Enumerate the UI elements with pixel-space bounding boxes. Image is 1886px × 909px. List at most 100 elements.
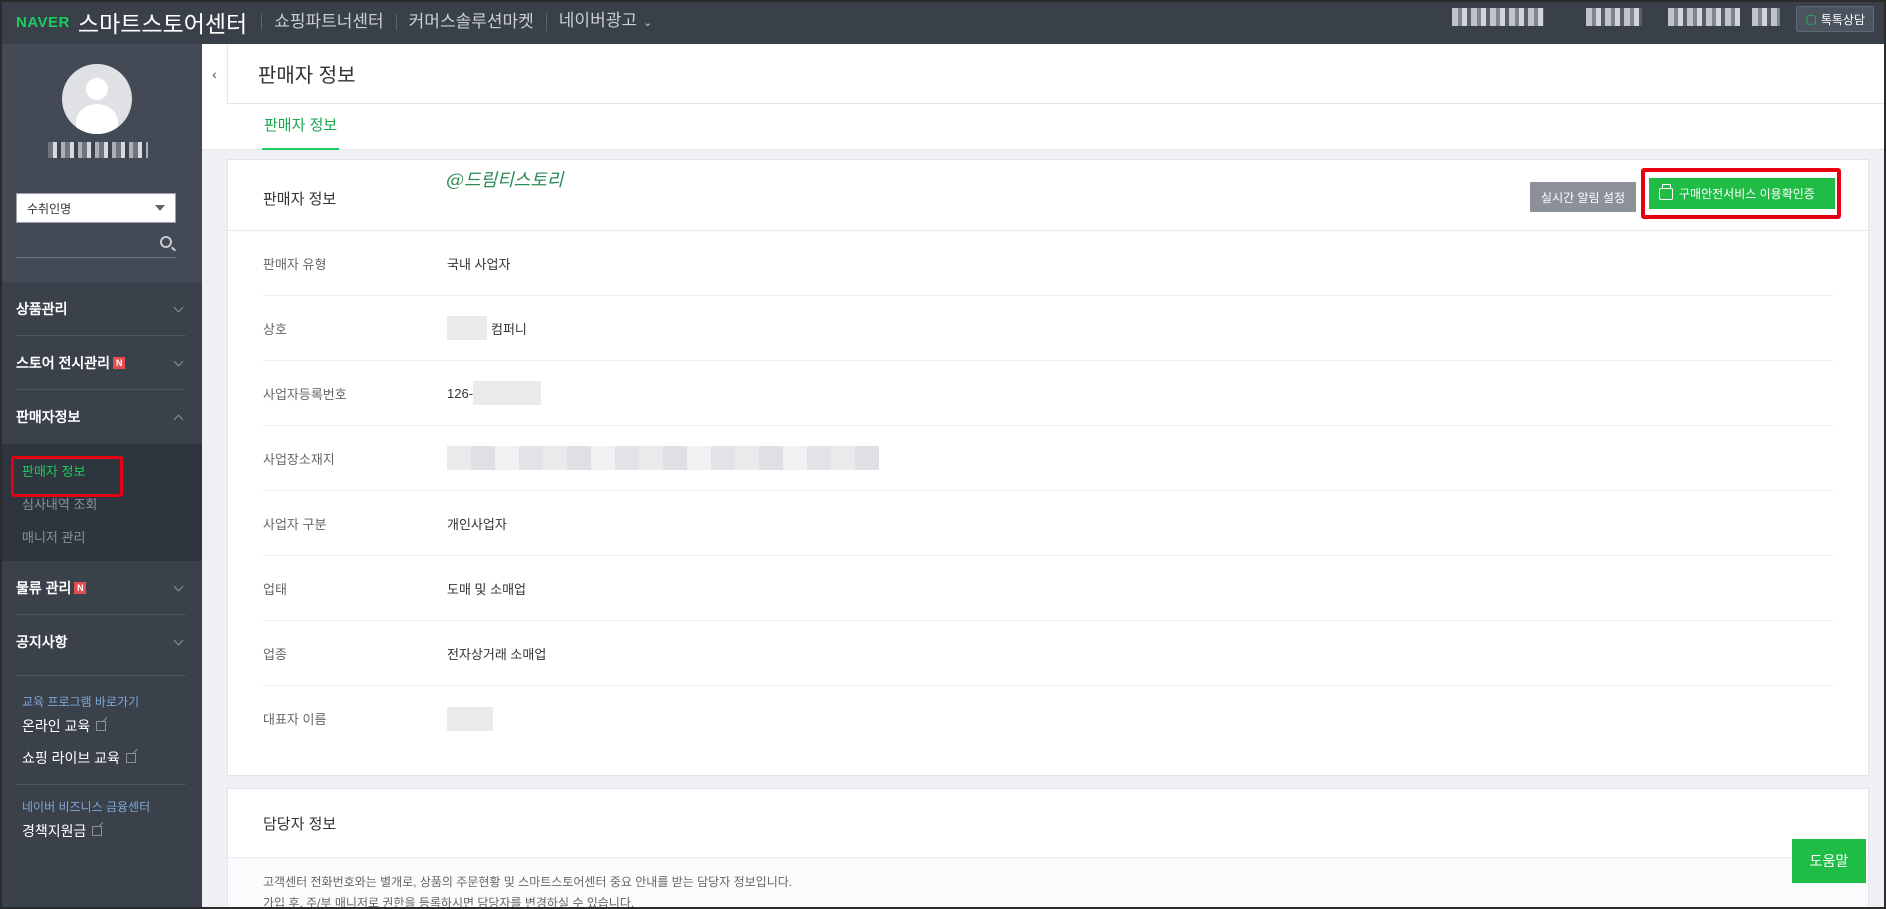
edu-link-online[interactable]: 온라인 교육 (0, 710, 202, 742)
chevron-down-icon (173, 635, 184, 646)
top-navigation-bar: NAVER 스마트스토어센터 쇼핑파트너센터 커머스솔루션마켓 네이버광고 ⌄ ▢… (0, 0, 1886, 44)
top-link-shopping-partner[interactable]: 쇼핑파트너센터 (261, 13, 395, 30)
info-label: 상호 (263, 321, 287, 337)
talktalk-button[interactable]: ▢ 톡톡상담 (1796, 6, 1874, 32)
info-value: 개인사업자 (447, 516, 507, 532)
biz-link-label: 경책지원금 (22, 823, 87, 839)
info-label: 사업자 구분 (263, 516, 327, 532)
info-value: 국내 사업자 (447, 256, 511, 272)
sidebar-item-product-management[interactable]: 상품관리 (16, 282, 186, 336)
new-badge: N (74, 581, 87, 594)
sidebar-submenu: 판매자 정보 심사내역 조회 매니저 관리 (0, 444, 202, 561)
sidebar-collapse-button[interactable]: ‹ (202, 44, 228, 104)
seller-info-card: 판매자 정보 @드림티스토리 실시간 알림 설정 구매안전서비스 이용확인증 판… (227, 159, 1869, 776)
info-row-business-category: 사업자 구분 개인사업자 (263, 491, 1833, 556)
manager-info-card-title: 담당자 정보 (228, 789, 1868, 858)
info-row-business-number: 사업자등록번호 126- (263, 361, 1833, 426)
tab-seller-info[interactable]: 판매자 정보 (262, 104, 340, 150)
purchase-safety-certificate-button[interactable]: 구매안전서비스 이용확인증 (1649, 178, 1835, 209)
sidebar: 수취인명 상품관리 스토어 전시관리 N 판매자정보 판매자 정보 심사내역 조… (0, 44, 202, 909)
seller-select[interactable]: 수취인명 (16, 193, 176, 223)
sidebar-item-notices[interactable]: 공지사항 (16, 615, 186, 669)
info-row-business-item: 업종 전자상거래 소매업 (263, 621, 1833, 686)
info-row-business-type: 업태 도매 및 소매업 (263, 556, 1833, 621)
sidebar-item-label: 물류 관리 (16, 579, 72, 596)
info-value: 전자상거래 소매업 (447, 646, 547, 662)
blurred-text (447, 706, 493, 731)
info-label: 업종 (263, 646, 287, 662)
avatar-body-shape (76, 104, 118, 134)
sidebar-item-label: 공지사항 (16, 634, 68, 650)
info-label: 사업장소재지 (263, 451, 335, 467)
manager-info-desc-line: 고객센터 전화번호와는 별개로, 상품의 주문현황 및 스마트스토어센터 중요 … (263, 875, 793, 889)
seller-select-value: 수취인명 (27, 201, 72, 216)
manager-info-card: 담당자 정보 고객센터 전화번호와는 별개로, 상품의 주문현황 및 스마트스토… (227, 788, 1869, 909)
tab-bar: 판매자 정보 (202, 104, 1884, 150)
sidebar-divider (16, 675, 186, 676)
sidebar-divider (16, 784, 186, 785)
biz-section-label: 네이버 비즈니스 금융센터 (22, 800, 151, 814)
edu-section-label: 교육 프로그램 바로가기 (22, 695, 140, 709)
info-row-company-name: 상호 컴퍼니 (263, 296, 1833, 361)
info-value-wrapper: 126- (447, 381, 545, 405)
page-title: 판매자 정보 (228, 44, 1884, 104)
chevron-up-icon (173, 414, 184, 425)
info-value: 컴퍼니 (491, 321, 527, 337)
seller-info-card-title: 판매자 정보 (263, 191, 337, 208)
chevron-down-icon (173, 302, 184, 313)
info-label: 사업자등록번호 (263, 386, 347, 402)
highlight-box: 구매안전서비스 이용확인증 (1641, 168, 1841, 219)
search-icon[interactable] (160, 236, 172, 248)
sidebar-item-logistics[interactable]: 물류 관리 N (16, 561, 186, 615)
sidebar-item-store-display[interactable]: 스토어 전시관리 N (16, 336, 186, 390)
new-badge: N (113, 356, 126, 369)
top-link-naver-ads-label: 네이버광고 (558, 11, 637, 30)
external-link-icon (92, 826, 103, 836)
info-label: 업태 (263, 581, 287, 597)
blurred-text (473, 381, 542, 405)
purchase-safety-certificate-label: 구매안전서비스 이용확인증 (1679, 187, 1815, 201)
info-value-wrapper: 컴퍼니 (447, 316, 527, 340)
sidebar-search-input[interactable] (16, 232, 176, 258)
info-label: 판매자 유형 (263, 256, 327, 272)
blurred-store-name (48, 142, 148, 158)
blurred-account-info (1586, 8, 1642, 26)
sidebar-item-seller-info[interactable]: 판매자정보 (16, 390, 186, 444)
top-link-naver-ads[interactable]: 네이버광고 ⌄ (545, 11, 664, 31)
info-row-business-address: 사업장소재지 (263, 426, 1833, 491)
naver-logo[interactable]: NAVER (16, 14, 70, 31)
sidebar-subitem-seller-info[interactable]: 판매자 정보 (0, 454, 202, 497)
blurred-account-info (1752, 8, 1780, 26)
seller-info-rows: 판매자 유형 국내 사업자 상호 컴퍼니 사업자등록번호 126- 사업장소재지… (228, 231, 1868, 751)
printer-icon (1659, 183, 1673, 200)
top-link-commerce-market[interactable]: 커머스솔루션마켓 (395, 13, 546, 30)
avatar (62, 64, 132, 134)
sidebar-subitem-manager[interactable]: 매니저 관리 (0, 520, 202, 553)
blurred-account-info (1668, 8, 1740, 26)
sidebar-subitem-review-history[interactable]: 심사내역 조회 (0, 487, 202, 520)
info-value-wrapper (447, 446, 879, 470)
edu-link-label: 온라인 교육 (22, 718, 91, 734)
info-row-seller-type: 판매자 유형 국내 사업자 (263, 231, 1833, 296)
realtime-alert-settings-button[interactable]: 실시간 알림 설정 (1530, 182, 1636, 212)
info-label: 대표자 이름 (263, 712, 327, 727)
manager-info-desc-line: 가입 후, 주/부 매니저로 권한을 등록하시면 담당자를 변경하실 수 있습니… (263, 896, 635, 909)
info-value: 도매 및 소매업 (447, 581, 526, 597)
avatar-head-shape (86, 78, 108, 100)
sidebar-menu: 상품관리 스토어 전시관리 N 판매자정보 판매자 정보 심사내역 조회 매니저… (0, 282, 202, 847)
chat-bubble-icon: ▢ (1805, 12, 1817, 26)
profile-panel: 수취인명 (0, 44, 202, 282)
edu-link-label: 쇼핑 라이브 교육 (22, 750, 120, 766)
blurred-account-info (1452, 8, 1544, 26)
biz-link-policy-fund[interactable]: 경책지원금 (0, 815, 202, 847)
chevron-down-icon (173, 581, 184, 592)
app-title[interactable]: 스마트스토어센터 (78, 5, 247, 39)
chevron-down-icon (173, 356, 184, 367)
edu-link-shopping-live[interactable]: 쇼핑 라이브 교육 (0, 742, 202, 774)
chevron-left-icon: ‹ (212, 66, 217, 82)
caret-down-icon (155, 205, 165, 211)
watermark-text: @드림티스토리 (446, 170, 564, 191)
chevron-down-icon: ⌄ (643, 17, 653, 29)
help-button[interactable]: 도움말 (1792, 839, 1866, 883)
blurred-text (447, 316, 487, 340)
